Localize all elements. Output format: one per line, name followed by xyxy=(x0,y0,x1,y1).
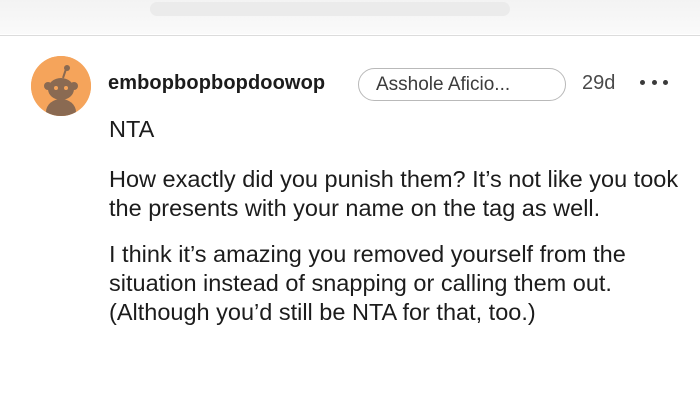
comment-body: NTA How exactly did you punish them? It’… xyxy=(109,115,694,344)
dot xyxy=(640,79,645,85)
previous-content-faded xyxy=(0,0,700,34)
more-options-icon[interactable] xyxy=(640,72,668,92)
comment-paragraph: I think it’s amazing you removed yoursel… xyxy=(109,241,626,325)
comment-age: 29d xyxy=(582,72,616,94)
divider xyxy=(0,35,700,36)
dot xyxy=(663,79,668,85)
avatar[interactable] xyxy=(31,56,91,116)
dot xyxy=(651,79,657,85)
user-flair: Asshole Aficio... xyxy=(358,68,566,101)
comment-paragraph: How exactly did you punish them? It’s no… xyxy=(109,166,679,221)
snoo-avatar-icon xyxy=(31,56,91,116)
username[interactable]: embopbopbopdoowop xyxy=(108,72,325,95)
faded-text-line xyxy=(150,2,510,16)
comment-paragraph: NTA xyxy=(109,116,155,142)
comment-view: embopbopbopdoowop Asshole Aficio... 29d … xyxy=(0,0,700,417)
